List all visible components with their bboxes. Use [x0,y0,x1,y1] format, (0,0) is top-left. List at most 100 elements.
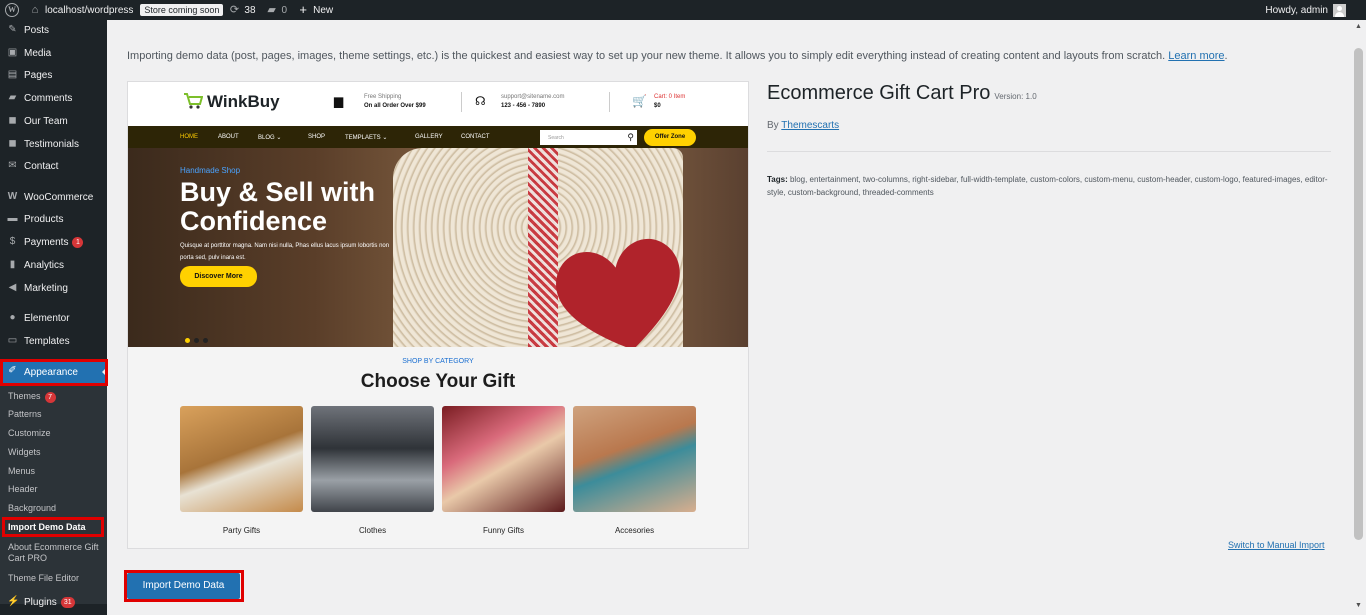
menu-contact[interactable]: ✉ Contact [0,156,107,176]
payments-badge: 1 [72,236,84,248]
nav-contact: CONTACT [461,134,490,140]
themes-badge: 7 [44,392,56,403]
folder-icon: ▭ [7,335,18,346]
submenu-theme-file-editor[interactable]: Theme File Editor [8,573,79,584]
wordpress-icon: W [5,3,19,17]
category-image-accessories [573,406,696,512]
chevron-down-icon: ⌄ [382,135,388,141]
menu-label: Elementor [24,312,70,324]
preview-search: Search ⚲ [540,130,637,145]
nav-about: ABOUT [218,134,239,140]
mail-icon: ✉ [8,160,17,171]
learn-more-link[interactable]: Learn more [1168,50,1224,62]
megaphone-icon: ◀ [8,282,17,293]
submenu-patterns[interactable]: Patterns [8,409,42,420]
divider [461,92,462,112]
shipping-info: Free Shipping On all Order Over $99 [364,93,426,111]
submenu-about-theme[interactable]: About Ecommerce Gift Cart PRO [8,542,104,564]
nav-label: BLOG [258,135,275,141]
by-label: By [767,120,779,131]
menu-testimonials[interactable]: ◼ Testimonials [0,134,107,154]
wp-logo-menu[interactable]: W [0,0,24,20]
pages-icon: ▤ [7,69,18,80]
category-label: Clothes [358,526,387,535]
divider [609,92,610,112]
menu-marketing[interactable]: ◀ Marketing [0,278,107,298]
cart-icon: 🛒 [632,94,647,108]
scroll-up-icon[interactable]: ▲ [1355,23,1362,30]
menu-label: Pages [24,69,53,81]
menu-comments[interactable]: ▰ Comments [0,88,107,108]
store-status-badge[interactable]: Store coming soon [140,4,224,16]
shipping-line2: On all Order Over $99 [364,103,426,109]
menu-pages[interactable]: ▤ Pages [0,65,107,85]
new-label: New [313,4,334,16]
scroll-down-icon[interactable]: ▼ [1355,602,1362,609]
menu-posts[interactable]: ✎ Posts [0,20,107,40]
admin-bar: W ⌂ localhost/wordpress Store coming soon… [0,0,1366,20]
new-content-link[interactable]: + New [292,0,338,20]
submenu-themes[interactable]: Themes 7 [8,391,56,403]
switch-to-manual-import-link[interactable]: Switch to Manual Import [1228,540,1325,550]
slider-dots [185,330,212,347]
plus-icon: + [299,2,307,17]
nav-gallery: GALLERY [415,134,443,140]
menu-label: Testimonials [24,138,80,150]
updates-count: 38 [244,4,256,16]
scrollbar-thumb[interactable] [1354,48,1363,540]
menu-label: Templates [24,335,70,347]
howdy-text: Howdy, admin [1265,4,1328,16]
cart-logo-icon [184,93,203,109]
bubble-icon: ◼ [8,115,17,126]
account-menu[interactable]: Howdy, admin [1260,0,1366,20]
nav-home: HOME [180,134,198,140]
category-image-clothes [311,406,434,512]
category-image-funny [442,406,565,512]
highlight-import-button [124,570,244,602]
dollar-icon: $ [9,236,16,247]
plug-icon: ⚡ [7,596,20,607]
menu-label: Our Team [24,115,68,127]
submenu-widgets[interactable]: Widgets [8,447,41,458]
menu-label: Payments [24,236,69,248]
menu-analytics[interactable]: ▮ Analytics [0,255,107,275]
submenu-customize[interactable]: Customize [8,428,51,439]
refresh-icon: ⟳ [229,4,240,16]
intro-text: Importing demo data (post, pages, images… [127,50,1228,62]
page-scrollbar[interactable]: ▲ ▼ [1352,20,1366,615]
intro-body: Importing demo data (post, pages, images… [127,50,1166,62]
site-name-link[interactable]: ⌂ localhost/wordpress [24,0,138,20]
search-icon: ⚲ [627,132,634,142]
menu-elementor[interactable]: ● Elementor [0,308,107,328]
menu-plugins[interactable]: ⚡ Plugins 31 [0,592,107,612]
highlight-import-demo [2,517,104,537]
cart-info: Cart: 0 Item $0 [654,93,685,111]
media-icon: ▣ [7,47,18,58]
comment-icon: ▰ [267,4,276,16]
menu-payments[interactable]: $ Payments 1 [0,232,107,252]
theme-heading: Ecommerce Gift Cart Pro Version: 1.0 [767,82,1331,105]
submenu-header[interactable]: Header [8,484,38,495]
menu-products[interactable]: ▬ Products [0,209,107,229]
submenu-background[interactable]: Background [8,503,56,514]
category-subtitle: SHOP BY CATEGORY [402,358,474,365]
pin-icon: ✎ [8,24,17,35]
archive-icon: ▬ [7,213,18,224]
category-label: Funny Gifts [483,526,524,535]
shipping-line1: Free Shipping [364,94,402,100]
discover-more-button: Discover More [180,266,257,287]
menu-label: Plugins [24,596,57,608]
menu-templates[interactable]: ▭ Templates [0,331,107,351]
updates-link[interactable]: ⟳ 38 [223,0,260,20]
highlight-appearance [0,359,108,386]
appearance-submenu: Themes 7 Patterns Customize Widgets Menus… [0,386,107,604]
menu-label: Analytics [24,259,65,271]
theme-version: Version: 1.0 [994,92,1037,101]
woo-icon: W [7,191,18,202]
submenu-menus[interactable]: Menus [8,466,35,477]
menu-media[interactable]: ▣ Media [0,43,107,63]
menu-our-team[interactable]: ◼ Our Team [0,111,107,131]
theme-author-link[interactable]: Themescarts [781,120,839,131]
menu-woocommerce[interactable]: W WooCommerce [0,187,107,207]
comments-link[interactable]: ▰ 0 [261,0,293,20]
